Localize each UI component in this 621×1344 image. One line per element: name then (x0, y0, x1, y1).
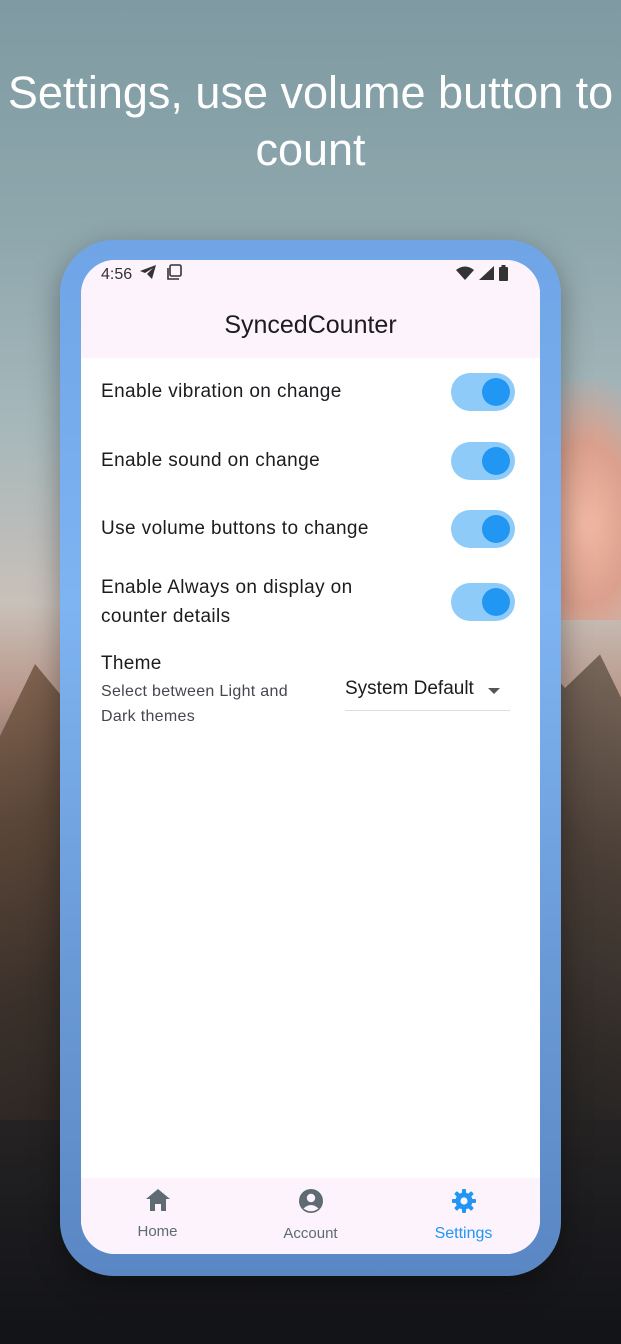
screenshot-icon (167, 264, 183, 285)
nav-settings-label: Settings (434, 1225, 493, 1242)
telegram-icon (139, 264, 157, 285)
nav-home-label: Home (137, 1223, 178, 1240)
toggle-knob (482, 378, 510, 406)
settings-icon (451, 1188, 477, 1219)
theme-dropdown-value: System Default (345, 678, 474, 699)
always-on-toggle[interactable] (451, 583, 515, 621)
toggle-knob (482, 588, 510, 616)
app-bar: SyncedCounter (81, 290, 540, 358)
nav-account-label: Account (283, 1225, 338, 1242)
setting-vibration-row[interactable]: Enable vibration on change (101, 373, 521, 411)
setting-always-on-row[interactable]: Enable Always on display on counter deta… (101, 573, 521, 631)
setting-sound-row[interactable]: Enable sound on change (101, 442, 521, 480)
account-icon (298, 1188, 324, 1219)
theme-dropdown[interactable]: System Default (345, 670, 510, 711)
promo-headline: Settings, use volume button to count (7, 67, 614, 175)
theme-subtitle: Select between Light and Dark themes (101, 683, 288, 725)
volume-buttons-toggle[interactable] (451, 510, 515, 548)
status-time: 4:56 (101, 266, 133, 283)
phone-screen: 4:56 SyncedCounter Enable vibration on c (81, 260, 540, 1254)
toggle-knob (482, 515, 510, 543)
status-bar: 4:56 (81, 260, 540, 290)
bottom-navigation: Home Account Settings (81, 1178, 540, 1254)
toggle-knob (482, 447, 510, 475)
nav-settings[interactable]: Settings (387, 1178, 540, 1254)
home-icon (145, 1188, 171, 1217)
dropdown-arrow-icon (488, 688, 500, 694)
nav-home[interactable]: Home (81, 1178, 234, 1254)
app-title: SyncedCounter (224, 310, 397, 339)
signal-icon (479, 266, 494, 285)
setting-volume-buttons-row[interactable]: Use volume buttons to change (101, 510, 521, 548)
setting-always-on-label: Enable Always on display on counter deta… (101, 577, 353, 627)
vibration-toggle[interactable] (451, 373, 515, 411)
nav-account[interactable]: Account (234, 1178, 387, 1254)
wifi-icon (456, 266, 474, 285)
battery-icon (499, 265, 508, 286)
sound-toggle[interactable] (451, 442, 515, 480)
